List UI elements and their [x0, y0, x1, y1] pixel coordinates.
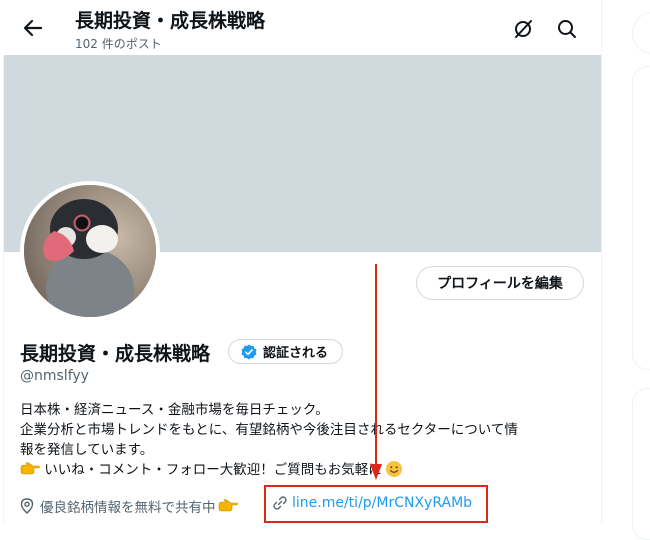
column-border-right [601, 0, 602, 524]
profile-header: 長期投資・成長株戦略 102 件のポスト [3, 0, 601, 56]
get-verified-button[interactable]: 認証される [228, 339, 343, 364]
back-button[interactable] [17, 12, 49, 44]
bio-line-4: いいね・コメント・フォロー大歓迎！ご質問もお気軽に [20, 460, 590, 480]
bio-line-text: いいね・コメント・フォロー大歓迎！ご質問もお気軽に [44, 462, 382, 478]
profile-bio: 日本株・経済ニュース・金融市場を毎日チェック。 企業分析と市場トレンドをもとに、… [20, 400, 590, 480]
grok-button[interactable] [508, 14, 538, 44]
verified-badge-icon [241, 344, 257, 359]
back-arrow-icon [23, 19, 43, 37]
avatar[interactable] [20, 181, 160, 321]
page-title: 長期投資・成長株戦略 [75, 10, 266, 32]
pointing-hand-icon [20, 462, 40, 475]
bio-line: 日本株・経済ニュース・金融市場を毎日チェック。 [20, 402, 329, 418]
profile-name: 長期投資・成長株戦略 [20, 343, 211, 365]
right-search-box[interactable] [632, 12, 650, 54]
search-icon [558, 20, 576, 38]
edit-profile-button[interactable]: プロフィールを編集 [416, 266, 584, 300]
right-sidebar-card [632, 388, 650, 540]
link-text: line.me/ti/p/MrCNXyRAMb [292, 495, 473, 511]
post-count: 102 件のポスト [75, 37, 162, 51]
right-sidebar-card [632, 66, 650, 370]
smiling-face-icon [386, 461, 403, 477]
pointing-hand-icon [218, 499, 238, 512]
verify-label: 認証される [263, 346, 329, 361]
bio-line: 報を発信しています。 [20, 442, 154, 458]
annotation-arrow [370, 264, 382, 480]
profile-handle: @nmslfyy [20, 368, 89, 384]
bio-line: 企業分析と市場トレンドをもとに、有望銘柄や今後注目されるセクターについて情 [20, 422, 518, 438]
profile-location: 優良銘柄情報を無料で共有中 [20, 496, 238, 516]
location-pin-icon [20, 498, 34, 514]
location-text: 優良銘柄情報を無料で共有中 [40, 500, 216, 516]
search-button[interactable] [552, 14, 582, 44]
avatar-bird-image [24, 185, 156, 317]
link-icon [273, 496, 287, 510]
profile-website-link[interactable]: line.me/ti/p/MrCNXyRAMb [272, 495, 472, 511]
grok-icon [515, 20, 532, 38]
